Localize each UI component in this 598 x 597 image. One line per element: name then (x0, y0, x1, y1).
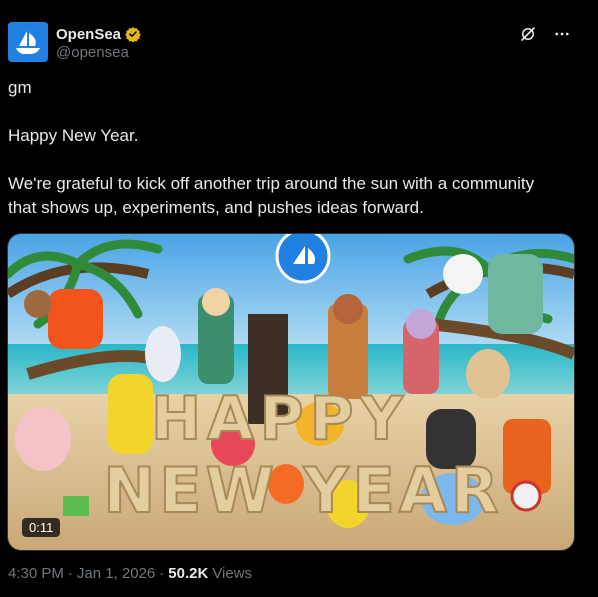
handle[interactable]: @opensea (56, 44, 129, 61)
post-text-line-2: Happy New Year. (8, 126, 139, 145)
video-media[interactable]: HAPPY NEW YEAR 0:11 (7, 233, 575, 551)
sign-line-1: HAPPY (151, 384, 409, 454)
author-name-row: OpenSea (56, 24, 141, 44)
verified-badge-icon (125, 26, 141, 43)
post-text-line-3: We're grateful to kick off another trip … (8, 174, 535, 193)
views-label: Views (212, 565, 253, 582)
views-count[interactable]: 50.2K (168, 565, 208, 582)
video-thumbnail: HAPPY NEW YEAR (8, 234, 574, 550)
post-meta: 4:30 PM · Jan 1, 2026 · 50.2K Views (8, 565, 252, 582)
post-date[interactable]: Jan 1, 2026 (77, 565, 155, 582)
post: OpenSea @opensea gm Happy New Year. We'r… (0, 0, 598, 597)
opensea-logo-icon (8, 22, 48, 62)
grok-icon[interactable] (518, 24, 538, 44)
post-text-line-1: gm (8, 78, 32, 97)
video-duration: 0:11 (22, 518, 61, 537)
post-time[interactable]: 4:30 PM (8, 565, 64, 582)
more-icon[interactable] (552, 24, 572, 44)
post-text-line-4: that shows up, experiments, and pushes i… (8, 198, 424, 217)
meta-separator-2: · (159, 565, 165, 582)
avatar[interactable] (8, 22, 48, 62)
meta-separator: · (67, 565, 73, 582)
sign-line-2: NEW YEAR (103, 454, 502, 527)
display-name[interactable]: OpenSea (56, 26, 121, 43)
top-actions (518, 24, 572, 44)
